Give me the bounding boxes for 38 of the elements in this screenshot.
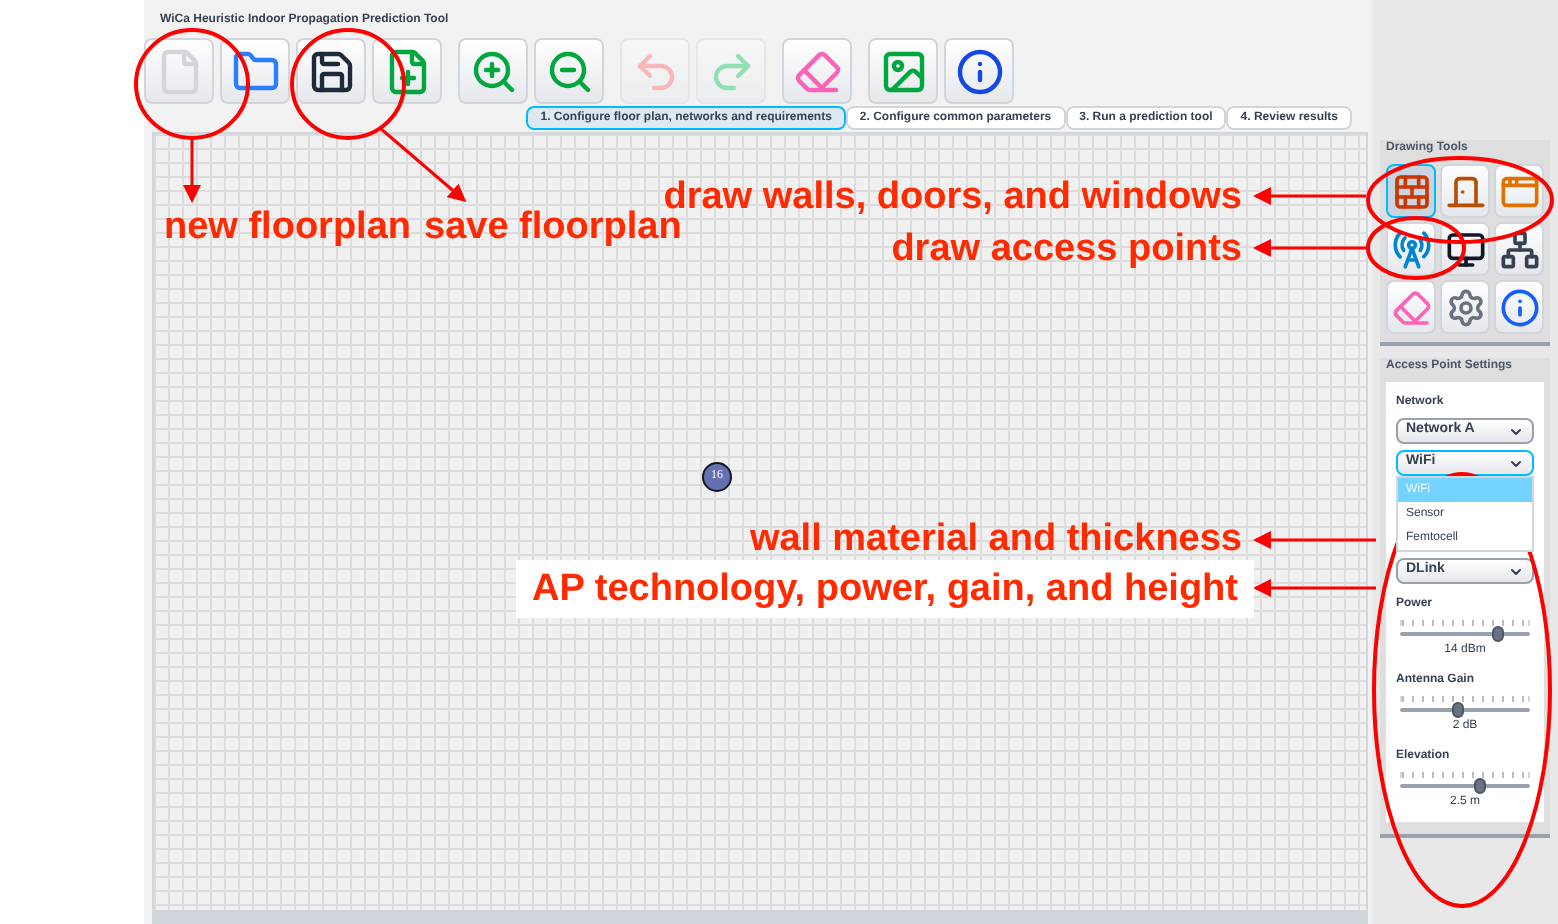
brick-wall-icon <box>1391 171 1431 211</box>
antenna-icon <box>1391 229 1431 269</box>
annotation-arrow <box>1253 579 1376 597</box>
annotation-circle <box>134 28 250 140</box>
door-icon <box>1445 171 1485 211</box>
info-icon <box>1499 287 1539 327</box>
horizontal-scrollbar[interactable] <box>154 910 1366 922</box>
slider-ticks <box>1400 620 1530 626</box>
annotation-arrow <box>1253 187 1366 205</box>
slider-ticks <box>1400 772 1530 778</box>
info-icon <box>955 47 1003 95</box>
eraser-icon <box>1391 287 1431 327</box>
annotation-arrow <box>1253 531 1376 549</box>
annotation-label: new floorplan <box>164 208 411 246</box>
gear-icon <box>1445 287 1485 327</box>
annotation-arrow <box>183 136 201 203</box>
slider-ticks <box>1400 696 1530 702</box>
annotation-label: draw access points <box>891 230 1242 268</box>
slider-thumb[interactable] <box>1474 778 1487 794</box>
monitor-icon <box>1445 229 1485 269</box>
zoom-out-icon <box>545 47 593 95</box>
folder-icon <box>231 47 279 95</box>
slider-thumb[interactable] <box>1452 702 1465 718</box>
image-icon <box>879 47 927 95</box>
annotation-arrow <box>1253 239 1368 257</box>
dropdown-caret-icon <box>1508 563 1524 579</box>
annotation-arrow <box>379 126 467 202</box>
eraser-icon <box>793 47 841 95</box>
network-icon <box>1499 229 1539 269</box>
zoom-in-icon <box>469 47 517 95</box>
toolbar-button[interactable] <box>296 38 366 104</box>
annotation-label: AP technology, power, gain, and height <box>516 560 1254 618</box>
drawing-tool-button[interactable] <box>1494 222 1544 276</box>
slider-thumb[interactable] <box>1491 626 1504 642</box>
toolbar-button[interactable] <box>944 38 1014 104</box>
annotation-label: wall material and thickness <box>749 520 1242 558</box>
annotation-circle <box>290 28 406 140</box>
window-icon <box>1499 171 1539 211</box>
